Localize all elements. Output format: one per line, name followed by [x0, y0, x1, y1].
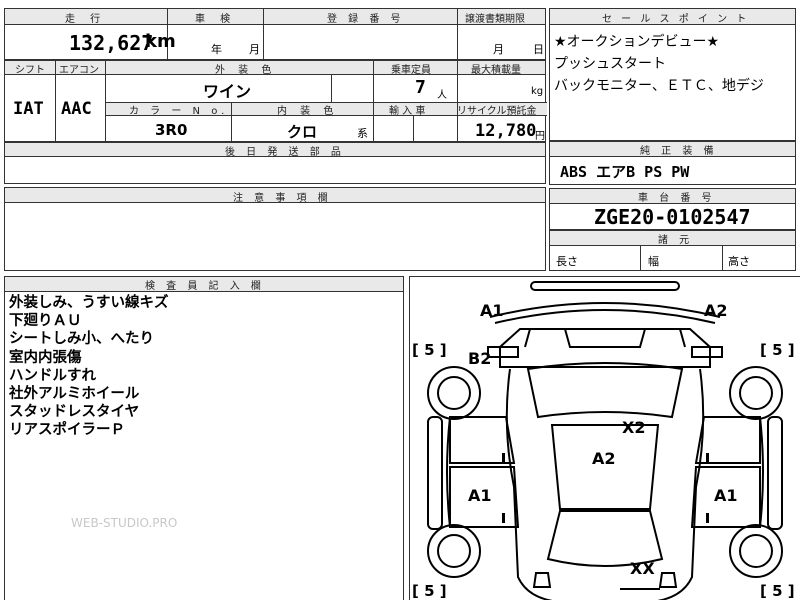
capacity-value: 7 [415, 77, 426, 98]
tire-front-right-grade: [ 5 ] [760, 341, 795, 359]
width-label: 幅 [648, 255, 659, 268]
inspector-note-line: 下廻りＡＵ [9, 313, 82, 330]
dimensions-header: 諸 元 [658, 235, 694, 246]
chassis-header: 車 台 番 号 [638, 193, 716, 204]
mileage-unit: km [145, 31, 176, 52]
dimensions-box: 諸 元 長さ 幅 高さ [549, 230, 796, 271]
interior-color-label: 内 装 色 [277, 106, 339, 117]
load-unit: kg [531, 86, 544, 97]
chassis-number: ZGE20-0102547 [594, 205, 751, 229]
sales-points-header: セ ー ル ス ポ イ ン ト [602, 14, 750, 25]
tire-front-left-grade: [ 5 ] [412, 341, 447, 359]
aircon-value: AAC [61, 99, 92, 119]
recycle-deposit-value: 12,780 [475, 121, 537, 141]
color-no-label: カ ラ ー N o. [129, 106, 229, 117]
sales-point-line: ★オークションデビュー★ [554, 34, 720, 50]
inspector-notes-list: 外装しみ、うすい線キズ 下廻りＡＵ シートしみ小、へたり 室内内張傷 ハンドルす… [9, 294, 169, 440]
inspector-note-line: 室内内張傷 [9, 349, 82, 366]
transfer-month-unit: 月 [493, 43, 504, 56]
inspector-notes-box: 検 査 員 記 入 欄 外装しみ、うすい線キズ 下廻りＡＵ シートしみ小、へたり… [4, 276, 404, 600]
inspector-note-line: スタッドレスタイヤ [9, 404, 140, 421]
caution-label: 注 意 事 項 欄 [233, 193, 332, 204]
mark-front-left: A1 [480, 301, 504, 320]
sales-point-line: バックモニター、ＥＴＣ、地デジ [554, 78, 764, 94]
spec-table: シフト エアコン 外 装 色 乗車定員 最大積載量 IAT AAC ワイン 7 … [4, 60, 547, 142]
aircon-label: エアコン [59, 65, 99, 76]
inspection-month-unit: 月 [249, 43, 260, 56]
recycle-deposit-label: リサイクル預託金 [457, 106, 537, 117]
inspector-notes-header: 検 査 員 記 入 欄 [145, 281, 265, 292]
sales-points-box: セ ー ル ス ポ イ ン ト ★オークションデビュー★ プッシュスタート バッ… [549, 8, 796, 141]
exterior-color-label: 外 装 色 [215, 65, 277, 76]
car-condition-diagram: A1 A2 B2 X2 A2 A1 A1 XX [ 5 ] [ 5 ] [ 5 … [409, 276, 800, 600]
transfer-day-unit: 日 [533, 43, 544, 56]
caution-box: 注 意 事 項 欄 [4, 187, 546, 271]
import-label: 輸 入 車 [389, 106, 426, 117]
equipment-value: ABS エアB PS PW [560, 163, 690, 181]
mileage-value: 132,627 [69, 31, 154, 55]
registration-label: 登 録 番 号 [327, 14, 405, 25]
tire-rear-right-grade: [ 5 ] [760, 582, 795, 600]
mark-rear: XX [630, 559, 655, 578]
interior-color-value: クロ [287, 123, 318, 141]
shift-label: シフト [15, 65, 45, 76]
max-load-label: 最大積載量 [471, 65, 521, 76]
capacity-label: 乗車定員 [391, 65, 431, 76]
equipment-header: 純 正 装 備 [640, 146, 718, 157]
capacity-unit: 人 [437, 90, 447, 101]
recycle-deposit-unit: 円 [535, 131, 545, 142]
inspector-note-line: リアスポイラーＰ [9, 422, 125, 439]
inspection-year-unit: 年 [211, 43, 222, 56]
inspector-note-line: シートしみ小、へたり [9, 331, 154, 348]
interior-color-suffix: 系 [357, 127, 368, 140]
later-parts-label: 後 日 発 送 部 品 [225, 147, 345, 158]
inspector-note-line: 社外アルミホイール [9, 386, 140, 403]
later-parts-box: 後 日 発 送 部 品 [4, 142, 546, 184]
mark-right-door: A1 [714, 486, 738, 505]
length-label: 長さ [556, 255, 578, 268]
chassis-box: 車 台 番 号 ZGE20-0102547 [549, 188, 796, 230]
exterior-color-value: ワイン [203, 82, 252, 101]
inspector-note-line: 外装しみ、うすい線キズ [9, 295, 169, 311]
inspector-note-line: ハンドルすれ [9, 367, 96, 384]
mileage-label: 走 行 [65, 14, 107, 25]
color-no-value: 3R0 [155, 121, 188, 139]
mark-front-right: A2 [704, 301, 728, 320]
sales-points-list: ★オークションデビュー★ プッシュスタート バックモニター、ＥＴＣ、地デジ [554, 31, 764, 97]
mark-left-fender: B2 [468, 349, 492, 368]
sales-point-line: プッシュスタート [554, 56, 666, 72]
equipment-box: 純 正 装 備 ABS エアB PS PW [549, 141, 796, 185]
watermark: WEB-STUDIO.PRO [71, 516, 178, 530]
mark-left-door: A1 [468, 486, 492, 505]
tire-rear-left-grade: [ 5 ] [412, 582, 447, 600]
car-outline [427, 281, 783, 600]
shift-value: IAT [13, 99, 44, 119]
height-label: 高さ [728, 255, 750, 268]
mark-center: A2 [592, 449, 616, 468]
transfer-deadline-label: 譲渡書類期限 [465, 14, 525, 25]
mark-roof: X2 [622, 418, 646, 437]
inspection-label: 車 検 [195, 14, 237, 25]
top-info-table: 走 行 車 検 登 録 番 号 譲渡書類期限 132,627 km 年 月 月 … [4, 8, 546, 60]
